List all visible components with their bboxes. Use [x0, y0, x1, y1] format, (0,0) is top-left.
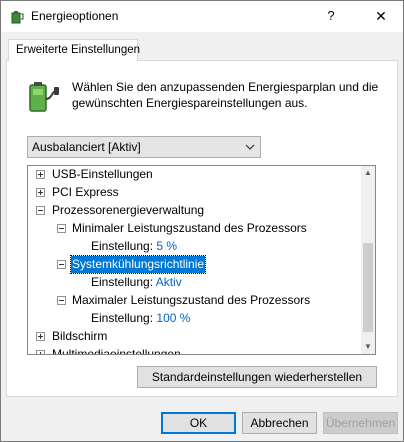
setting-value[interactable]: 5 %: [156, 239, 177, 253]
cancel-button[interactable]: Abbrechen: [242, 412, 317, 434]
tree-item-min-setting[interactable]: Einstellung: 5 %: [28, 238, 361, 256]
apply-button[interactable]: Übernehmen: [323, 412, 398, 434]
setting-label: Einstellung:: [91, 239, 154, 253]
power-plan-value: Ausbalanciert [Aktiv]: [32, 140, 141, 154]
power-options-window: Energieoptionen ? ✕ Erweiterte Einstellu…: [0, 0, 404, 442]
tree-item-usb[interactable]: USB-Einstellungen: [28, 166, 361, 184]
restore-defaults-button[interactable]: Standardeinstellungen wiederherstellen: [137, 366, 377, 388]
collapse-icon[interactable]: [57, 260, 66, 269]
battery-plug-icon: [29, 82, 59, 112]
tree-item-label: Multimediaeinstellungen: [52, 347, 181, 355]
tree-item-system-cooling-policy[interactable]: Systemkühlungsrichtlinie: [28, 255, 361, 274]
tree-item-multimedia[interactable]: Multimediaeinstellungen: [28, 346, 361, 355]
tree-item-min-processor-state[interactable]: Minimaler Leistungszustand des Prozessor…: [28, 220, 361, 238]
scroll-down-icon[interactable]: ▼: [361, 340, 375, 354]
description-text: Wählen Sie den anzupassenden Energiespar…: [72, 80, 379, 110]
tree-item-cooling-setting[interactable]: Einstellung: Aktiv: [28, 274, 361, 292]
tree-item-label: USB-Einstellungen: [52, 167, 153, 181]
scrollbar-thumb[interactable]: [363, 243, 373, 332]
settings-tree[interactable]: USB-Einstellungen PCI Express Prozessore…: [27, 165, 376, 355]
tree-item-label: Bildschirm: [52, 329, 108, 343]
setting-label: Einstellung:: [91, 275, 154, 289]
expand-icon[interactable]: [36, 332, 45, 341]
expand-icon[interactable]: [36, 350, 45, 354]
expand-icon[interactable]: [36, 170, 45, 179]
power-plan-select[interactable]: Ausbalanciert [Aktiv]: [27, 136, 261, 158]
scroll-up-icon[interactable]: ▲: [361, 166, 375, 180]
tree-item-max-processor-state[interactable]: Maximaler Leistungszustand des Prozessor…: [28, 292, 361, 310]
setting-label: Einstellung:: [91, 311, 154, 325]
tree-item-max-setting[interactable]: Einstellung: 100 %: [28, 310, 361, 328]
tree-item-label: Minimaler Leistungszustand des Prozessor…: [72, 221, 307, 235]
setting-value[interactable]: 100 %: [156, 311, 190, 325]
ok-button[interactable]: OK: [161, 412, 236, 434]
power-options-icon: [11, 11, 24, 24]
help-button[interactable]: ?: [319, 5, 343, 27]
collapse-icon[interactable]: [57, 296, 66, 305]
title-bar: Energieoptionen ? ✕: [1, 1, 403, 32]
collapse-icon[interactable]: [36, 206, 45, 215]
collapse-icon[interactable]: [57, 224, 66, 233]
tab-advanced-settings[interactable]: Erweiterte Einstellungen: [8, 39, 141, 61]
chevron-down-icon: [245, 144, 255, 150]
window-title: Energieoptionen: [31, 9, 119, 23]
tree-item-label: Prozessorenergieverwaltung: [52, 203, 205, 217]
expand-icon[interactable]: [36, 188, 45, 197]
tree-item-label: Maximaler Leistungszustand des Prozessor…: [72, 293, 311, 307]
tree-item-label: PCI Express: [52, 185, 119, 199]
setting-value[interactable]: Aktiv: [156, 275, 182, 289]
tree-item-pci-express[interactable]: PCI Express: [28, 184, 361, 202]
vertical-scrollbar[interactable]: ▲ ▼: [361, 166, 375, 354]
tree-item-display[interactable]: Bildschirm: [28, 328, 361, 346]
tab-label: Erweiterte Einstellungen: [16, 44, 141, 56]
tree-item-processor-power[interactable]: Prozessorenergieverwaltung: [28, 202, 361, 220]
tree-item-label-selected: Systemkühlungsrichtlinie: [69, 255, 207, 274]
close-button[interactable]: ✕: [369, 5, 393, 27]
